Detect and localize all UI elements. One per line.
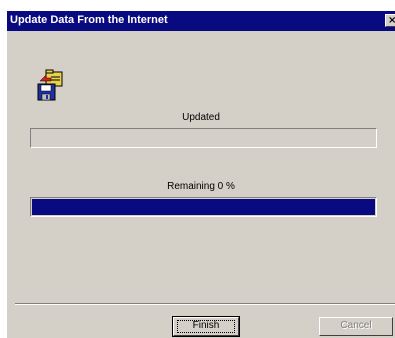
cancel-button-label: Cancel (340, 320, 372, 331)
remaining-label: Remaining 0 % (167, 181, 235, 192)
title-bar[interactable]: Update Data From the Internet × (7, 11, 395, 31)
focus-rectangle (177, 320, 235, 333)
remaining-progress-bar (30, 197, 377, 217)
updated-label: Updated (182, 112, 220, 123)
close-button[interactable]: × (385, 14, 395, 27)
disk-folder-icon (37, 69, 63, 101)
footer-separator (15, 303, 395, 305)
updated-progress-bar (30, 128, 377, 148)
window-title: Update Data From the Internet (10, 14, 168, 26)
update-dialog: Update Data From the Internet × Updated … (7, 11, 395, 338)
finish-button[interactable]: Finish (172, 316, 240, 337)
cancel-button[interactable]: Cancel (319, 317, 393, 336)
remaining-progress-fill (32, 199, 375, 215)
close-icon: × (388, 15, 395, 26)
